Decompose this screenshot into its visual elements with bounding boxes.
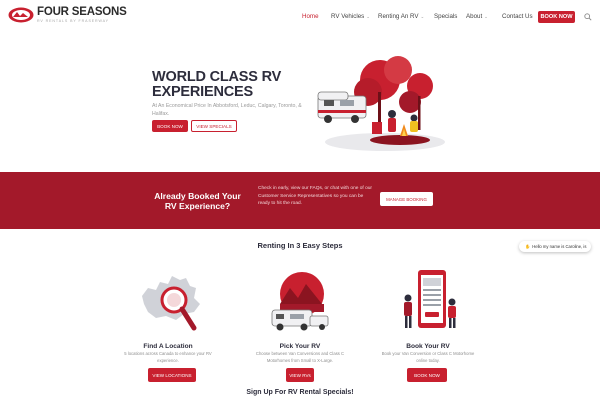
step-2-title: Pick Your RV bbox=[279, 343, 321, 350]
nav-item-about-label: About bbox=[466, 13, 483, 20]
hero-subtitle: At An Economical Price In Abbotsford, Le… bbox=[152, 103, 302, 117]
book-now-button[interactable]: BOOK NOW bbox=[538, 11, 575, 23]
search-icon[interactable] bbox=[584, 13, 592, 21]
chevron-down-icon: ⌄ bbox=[366, 14, 371, 19]
canada-map-magnifier-icon bbox=[142, 276, 200, 331]
step-2-desc: Choose between Van Conversions and Class… bbox=[255, 351, 345, 363]
step-3-title: Book Your RV bbox=[406, 343, 450, 350]
chat-label: Hello my name is Caroline, is bbox=[532, 244, 587, 249]
hero-title-line-1: WORLD CLASS RV bbox=[152, 69, 282, 85]
nav-item-rv-vehicles[interactable]: RV Vehicles ⌄ bbox=[331, 13, 370, 20]
hero-title-line-2: EXPERIENCES bbox=[152, 84, 253, 100]
hero-book-now-button[interactable]: BOOK NOW bbox=[152, 120, 188, 132]
banner-title: Already Booked Your RV Experience? bbox=[154, 191, 241, 211]
nav-item-renting-label: Renting An RV bbox=[378, 13, 419, 20]
banner-text: Check in early, view our FAQs, or chat w… bbox=[258, 186, 373, 206]
chevron-down-icon: ⌄ bbox=[420, 14, 425, 19]
booked-banner: Already Booked Your RV Experience? Check… bbox=[0, 172, 600, 229]
nav-item-about[interactable]: About ⌄ bbox=[466, 13, 488, 20]
chevron-down-icon: ⌄ bbox=[484, 14, 488, 19]
view-locations-button[interactable]: VIEW LOCATIONS bbox=[148, 368, 196, 382]
view-specials-button[interactable]: VIEW SPECIALS bbox=[191, 120, 237, 132]
step-book-now-button[interactable]: BOOK NOW bbox=[407, 368, 447, 382]
nav-item-contact-us[interactable]: Contact Us bbox=[502, 13, 533, 20]
wave-hand-icon: ✋ bbox=[525, 243, 531, 249]
nav-item-renting-an-rv[interactable]: Renting An RV ⌄ bbox=[378, 13, 424, 20]
step-1-desc: 5 locations across Canada to enhance you… bbox=[124, 351, 212, 363]
view-rvs-button[interactable]: VIEW RVs bbox=[286, 368, 314, 382]
step-3-desc: Book your Van Conversion or Class C Moto… bbox=[381, 351, 475, 363]
steps-heading: Renting In 3 Easy Steps bbox=[257, 241, 343, 250]
step-1-title: Find A Location bbox=[143, 343, 193, 350]
nav-item-home[interactable]: Home bbox=[302, 13, 319, 20]
signup-heading: Sign Up For RV Rental Specials! bbox=[246, 389, 354, 396]
phone-booking-icon bbox=[404, 270, 456, 328]
nav-item-specials[interactable]: Specials bbox=[434, 13, 457, 20]
rv-scene-icon bbox=[271, 272, 329, 331]
nav-item-rv-vehicles-label: RV Vehicles bbox=[331, 13, 365, 20]
site-header: FOUR SEASONS RV RENTALS BY FRASERWAY Hom… bbox=[0, 0, 600, 34]
rv-camping-illustration bbox=[317, 56, 445, 151]
main-nav: Home RV Vehicles ⌄ Renting An RV ⌄ Special… bbox=[0, 11, 600, 25]
chat-widget[interactable]: ✋ Hello my name is Caroline, is bbox=[519, 241, 591, 252]
hero-title: WORLD CLASS RV EXPERIENCES bbox=[152, 70, 281, 100]
manage-booking-button[interactable]: MANAGE BOOKING bbox=[380, 192, 433, 206]
